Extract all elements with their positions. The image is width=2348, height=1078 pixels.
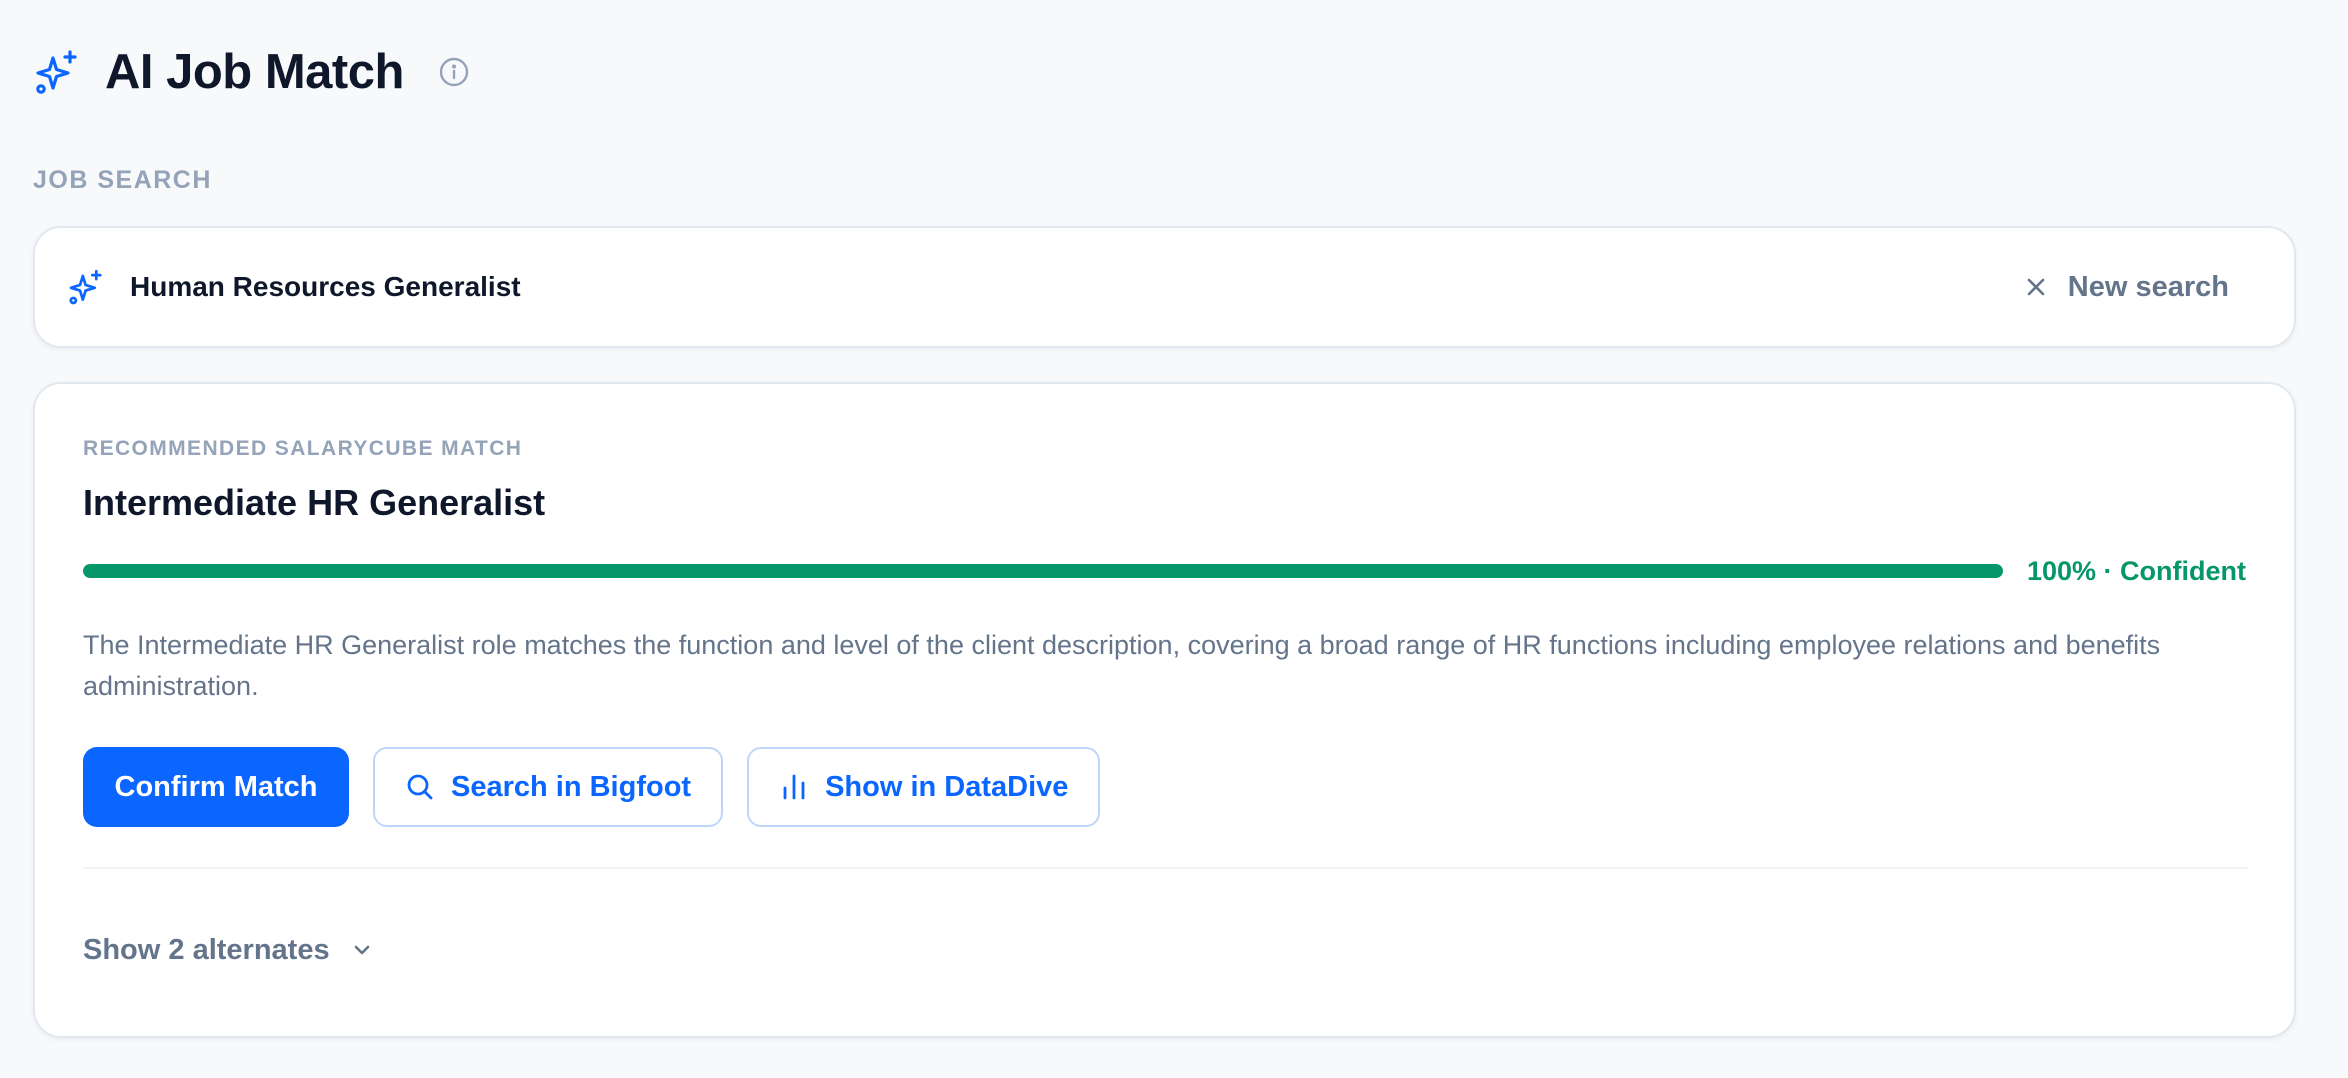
recommended-match-card: RECOMMENDED SALARYCUBE MATCH Intermediat… — [33, 382, 2296, 1038]
match-actions: Confirm Match Search in Bigfoot Show in … — [83, 747, 1101, 827]
confidence-bar-fill — [83, 564, 2003, 578]
new-search-label: New search — [2067, 270, 2229, 303]
show-alternates-label: Show 2 alternates — [83, 933, 330, 966]
confirm-match-button[interactable]: Confirm Match — [83, 747, 349, 827]
ai-job-match-page: AI Job Match JOB SEARCH Human Resources … — [0, 0, 2348, 1078]
page-header: AI Job Match — [33, 42, 470, 102]
job-search-section-label: JOB SEARCH — [33, 166, 212, 194]
search-in-bigfoot-button[interactable]: Search in Bigfoot — [373, 747, 724, 827]
match-title: Intermediate HR Generalist — [83, 482, 546, 523]
show-alternates-toggle[interactable]: Show 2 alternates — [83, 930, 374, 970]
show-in-datadive-label: Show in DataDive — [825, 770, 1069, 803]
show-in-datadive-button[interactable]: Show in DataDive — [747, 747, 1101, 827]
new-search-button[interactable]: New search — [2024, 271, 2261, 304]
chevron-down-icon — [350, 938, 374, 962]
info-icon[interactable] — [438, 56, 470, 88]
search-query[interactable]: Human Resources Generalist — [130, 271, 2024, 303]
recommended-match-label: RECOMMENDED SALARYCUBE MATCH — [83, 437, 523, 460]
confidence-label: 100% · Confident — [2027, 555, 2247, 586]
page-title: AI Job Match — [105, 45, 404, 99]
sparkles-icon — [33, 48, 81, 96]
bar-chart-icon — [779, 772, 809, 802]
search-icon — [405, 772, 435, 802]
close-icon — [2024, 275, 2048, 299]
job-search-card: Human Resources Generalist New search — [33, 226, 2296, 348]
sparkles-icon — [67, 268, 105, 306]
divider — [83, 867, 2248, 869]
confidence-meter: 100% · Confident — [83, 554, 2248, 588]
confidence-bar-track — [83, 564, 2003, 578]
search-in-bigfoot-label: Search in Bigfoot — [451, 770, 692, 803]
match-description: The Intermediate HR Generalist role matc… — [83, 630, 2161, 701]
